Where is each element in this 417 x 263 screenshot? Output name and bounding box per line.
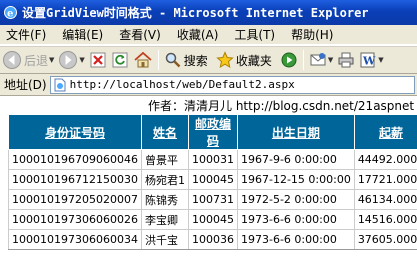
home-icon <box>133 51 153 69</box>
cell-postal-code: 100036 <box>187 229 238 250</box>
svg-text:W: W <box>362 55 376 68</box>
column-header-name[interactable]: 姓名 <box>140 114 189 150</box>
ie-logo-icon: e <box>3 5 18 20</box>
toolbar-separator <box>157 50 159 70</box>
table-row: 100010196712150030 杨宛君1 100045 1967-12-1… <box>8 169 417 190</box>
cell-postal-code: 100045 <box>187 169 238 190</box>
address-input[interactable]: http://localhost/web/Default2.aspx <box>49 75 415 94</box>
cell-salary: 37605.0000 <box>353 229 417 250</box>
cell-birth-date: 1967-12-15 0:00:00 <box>236 169 355 190</box>
edit-dropdown-icon[interactable]: ▼ <box>378 56 383 64</box>
forward-dropdown-icon[interactable]: ▼ <box>79 56 84 64</box>
gridview-table: 身份证号码 姓名 邮政编码 出生日期 起薪 100010196709060046… <box>8 114 417 250</box>
stop-button[interactable] <box>87 48 109 72</box>
standard-toolbar: 后退 ▼ ▼ 搜索 收藏夹 ▼ W ▼ <box>0 46 417 74</box>
favorites-star-icon <box>216 51 234 69</box>
cell-salary: 14516.0000 <box>353 209 417 230</box>
mail-button[interactable]: ▼ <box>307 48 335 72</box>
window-title: 设置GridView时间格式 - Microsoft Internet Expl… <box>22 6 369 20</box>
cell-name: 杨宛君1 <box>140 169 189 190</box>
cell-id-number: 100010196712150030 <box>8 169 142 190</box>
address-url: http://localhost/web/Default2.aspx <box>69 78 295 91</box>
favorites-label: 收藏夹 <box>235 53 272 68</box>
edit-button[interactable]: W ▼ <box>357 48 385 72</box>
cell-id-number: 100010197205020007 <box>8 189 142 210</box>
edit-icon: W <box>359 51 377 69</box>
table-row: 100010197306060026 李宝卿 100045 1973-6-6 0… <box>8 209 417 230</box>
cell-postal-code: 100031 <box>187 149 238 170</box>
column-header-id-number[interactable]: 身份证号码 <box>8 114 142 150</box>
back-button[interactable]: 后退 ▼ <box>0 48 56 72</box>
column-header-salary[interactable]: 起薪 <box>353 114 417 150</box>
cell-salary: 46134.0000 <box>353 189 417 210</box>
cell-birth-date: 1967-9-6 0:00:00 <box>236 149 355 170</box>
menu-help[interactable]: 帮助(H) <box>283 26 341 43</box>
cell-salary: 17721.0000 <box>353 169 417 190</box>
page-content: 作者：清清月儿 http://blog.csdn.net/21aspnet 身份… <box>0 96 417 263</box>
author-line: 作者：清清月儿 http://blog.csdn.net/21aspnet <box>148 99 415 113</box>
cell-birth-date: 1973-6-6 0:00:00 <box>236 229 355 250</box>
cell-birth-date: 1972-5-2 0:00:00 <box>236 189 355 210</box>
toolbar-separator <box>302 50 304 70</box>
favorites-button[interactable]: 收藏夹 <box>214 48 274 72</box>
cell-name: 李宝卿 <box>140 209 189 230</box>
table-row: 100010196709060046 曾景平 100031 1967-9-6 0… <box>8 149 417 170</box>
cell-postal-code: 100045 <box>187 209 238 230</box>
search-button[interactable]: 搜索 <box>162 48 210 72</box>
search-label: 搜索 <box>183 53 208 68</box>
column-header-postal-code[interactable]: 邮政编码 <box>187 114 238 150</box>
cell-postal-code: 100731 <box>187 189 238 210</box>
refresh-icon <box>111 51 129 69</box>
print-icon <box>337 51 355 69</box>
refresh-button[interactable] <box>109 48 131 72</box>
table-header-row: 身份证号码 姓名 邮政编码 出生日期 起薪 <box>8 114 417 150</box>
table-row: 100010197306060034 洪千宝 100036 1973-6-6 0… <box>8 229 417 250</box>
menu-bar: 文件(F) 编辑(E) 查看(V) 收藏(A) 工具(T) 帮助(H) <box>0 25 417 45</box>
menu-edit[interactable]: 编辑(E) <box>54 26 111 43</box>
cell-name: 曾景平 <box>140 149 189 170</box>
column-header-birth-date[interactable]: 出生日期 <box>236 114 355 150</box>
mail-icon <box>309 51 327 69</box>
cell-id-number: 100010197306060026 <box>8 209 142 230</box>
cell-name: 陈锦秀 <box>140 189 189 210</box>
cell-birth-date: 1973-6-6 0:00:00 <box>236 209 355 230</box>
back-arrow-icon <box>2 50 22 70</box>
forward-arrow-icon <box>58 50 78 70</box>
stop-icon <box>89 51 107 69</box>
back-dropdown-icon[interactable]: ▼ <box>49 56 54 64</box>
print-button[interactable] <box>335 48 357 72</box>
search-icon <box>164 51 182 69</box>
back-label: 后退 <box>24 53 49 68</box>
media-button[interactable] <box>278 48 300 72</box>
svg-text:e: e <box>7 9 13 20</box>
mail-dropdown-icon[interactable]: ▼ <box>328 56 333 64</box>
address-label: 地址(D) <box>4 78 47 92</box>
menu-file[interactable]: 文件(F) <box>0 26 54 43</box>
menu-tools[interactable]: 工具(T) <box>226 26 283 43</box>
table-row: 100010197205020007 陈锦秀 100731 1972-5-2 0… <box>8 189 417 210</box>
title-bar: e 设置GridView时间格式 - Microsoft Internet Ex… <box>0 0 417 25</box>
page-icon <box>53 78 67 92</box>
cell-id-number: 100010196709060046 <box>8 149 142 170</box>
cell-salary: 44492.0000 <box>353 149 417 170</box>
menu-view[interactable]: 查看(V) <box>111 26 169 43</box>
media-icon <box>280 51 298 69</box>
menu-favorites[interactable]: 收藏(A) <box>169 26 227 43</box>
home-button[interactable] <box>131 48 155 72</box>
forward-button[interactable]: ▼ <box>56 48 86 72</box>
cell-id-number: 100010197306060034 <box>8 229 142 250</box>
cell-name: 洪千宝 <box>140 229 189 250</box>
address-bar: 地址(D) http://localhost/web/Default2.aspx <box>0 74 417 96</box>
